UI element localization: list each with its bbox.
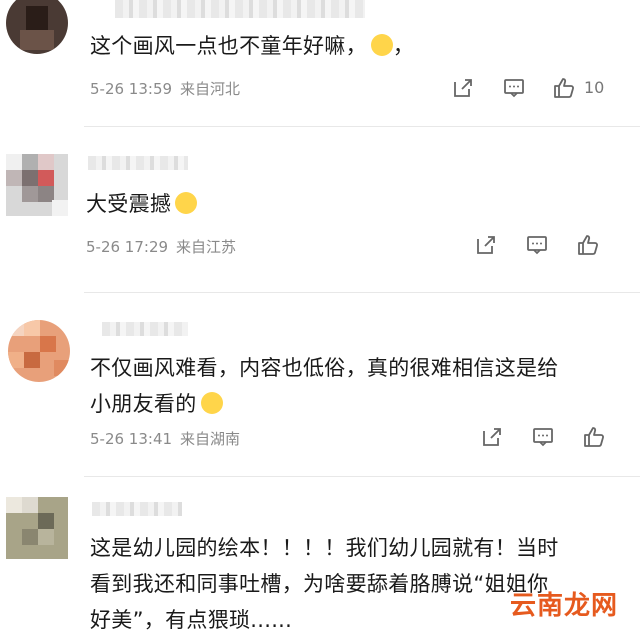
like-icon[interactable] (576, 233, 600, 257)
comment-date: 5-26 17:29 (86, 238, 169, 256)
avatar[interactable] (6, 497, 68, 559)
divider (84, 126, 640, 127)
comment-date: 5-26 13:41 (90, 430, 173, 448)
comment-meta: 5-26 13:59 来自河北 (90, 78, 248, 99)
comment-text: 大受震撼 (86, 186, 198, 222)
avatar[interactable] (6, 0, 68, 54)
username-blurred (102, 322, 188, 336)
share-icon[interactable] (451, 76, 475, 100)
avatar[interactable] (8, 320, 70, 382)
comment-location: 来自河北 (180, 80, 241, 98)
share-icon[interactable] (474, 233, 498, 257)
comment-text: 这是幼儿园的绘本！！！！我们幼儿园就有！当时 看到我还和同事吐槽，为啥要舔着胳膊… (90, 536, 559, 632)
divider (84, 292, 640, 293)
username-blurred (92, 502, 182, 516)
comment-icon[interactable] (531, 425, 555, 449)
share-icon[interactable] (480, 425, 504, 449)
crying-emoji-icon (175, 192, 198, 214)
comment-location: 来自湖南 (180, 430, 241, 448)
comment-text: 不仅画风难看，内容也低俗，真的很难相信这是给 小朋友看的 (90, 356, 559, 416)
comment-location: 来自江苏 (176, 238, 237, 256)
comment-icon[interactable] (525, 233, 549, 257)
comment-date: 5-26 13:59 (90, 80, 173, 98)
divider (84, 476, 640, 477)
laughing-emoji-icon (370, 34, 393, 56)
watermark: 云南龙网 (509, 591, 618, 621)
comment-meta: 5-26 17:29 来自江苏 (86, 236, 244, 257)
avatar[interactable] (6, 154, 68, 216)
like-icon[interactable] (552, 76, 576, 100)
comment-icon[interactable] (502, 76, 526, 100)
comment-text: 这个画风一点也不童年好嘛，， (90, 34, 415, 58)
username-blurred (115, 0, 365, 18)
like-icon[interactable] (582, 425, 606, 449)
username-blurred (88, 156, 188, 170)
like-count: 10 (584, 78, 605, 97)
shrug-emoji-icon (200, 392, 223, 414)
comment-meta: 5-26 13:41 来自湖南 (90, 428, 248, 449)
